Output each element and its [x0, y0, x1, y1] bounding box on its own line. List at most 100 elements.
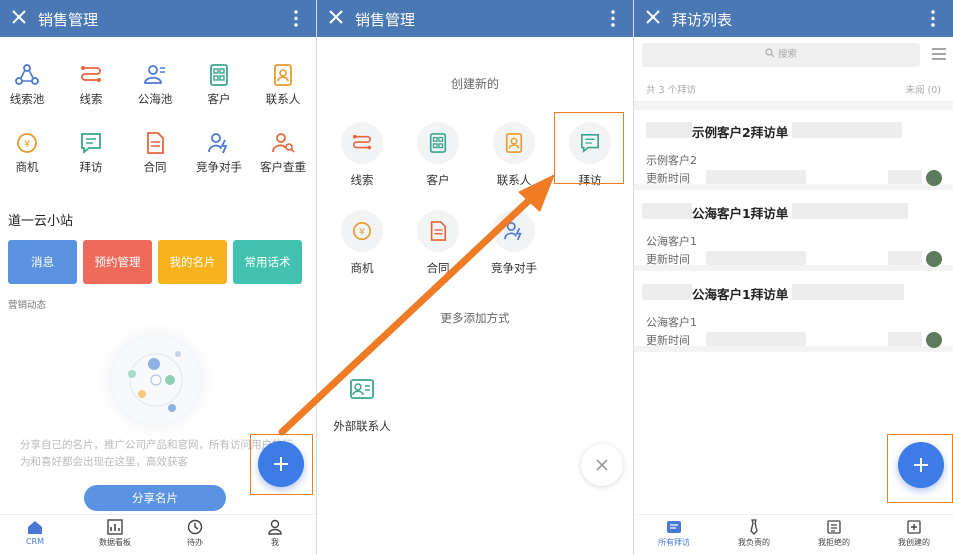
nav-crm[interactable]: CRM: [5, 519, 65, 546]
create-label: 合同: [426, 261, 450, 275]
app-label: 竞争对手: [196, 160, 242, 174]
competitor-icon: [504, 222, 522, 241]
app-competitors[interactable]: 竞争对手: [187, 132, 251, 175]
app-public-pool[interactable]: 公海池: [123, 64, 187, 107]
app-label: 商机: [15, 160, 39, 174]
section-title: 道一云小站: [8, 214, 74, 229]
plus-square-icon: [907, 520, 921, 534]
app-leads-pool[interactable]: 线索池: [0, 64, 59, 107]
nav-my-created[interactable]: 我创建的: [884, 519, 944, 548]
tie-icon: [750, 519, 758, 535]
create-opportunity[interactable]: ¥ 商机: [332, 210, 392, 276]
nav-todo[interactable]: 待办: [165, 519, 225, 548]
more-icon[interactable]: [611, 10, 615, 27]
visit-card[interactable]: 公海客户1拜访单 公海客户1 更新时间: [634, 274, 953, 352]
app-label: 公海池: [137, 92, 173, 106]
create-label: 客户: [426, 173, 450, 187]
visit-updated-label: 更新时间: [646, 172, 690, 185]
bottom-navigation: CRM 数据看板 待办 我: [0, 514, 316, 555]
svg-text:¥: ¥: [24, 139, 30, 150]
leads-icon: [352, 134, 372, 150]
create-competitor[interactable]: 竞争对手: [484, 210, 544, 276]
tile-my-card[interactable]: 我的名片: [158, 240, 227, 284]
create-contract[interactable]: 合同: [408, 210, 468, 276]
create-new-title: 创建新的: [450, 77, 499, 91]
opportunity-icon: ¥: [353, 222, 371, 240]
more-icon[interactable]: [931, 10, 935, 27]
leads-icon: [81, 66, 101, 82]
visit-card[interactable]: 示例客户2拜访单 示例客户2 更新时间: [634, 112, 953, 190]
create-leads[interactable]: 线索: [332, 122, 392, 188]
nav-all-visits[interactable]: 所有拜访: [644, 519, 704, 548]
contacts-icon: [505, 133, 523, 153]
close-icon: [596, 459, 608, 471]
create-external-contact[interactable]: 外部联系人: [332, 368, 392, 434]
visit-updated-label: 更新时间: [646, 253, 690, 266]
close-panel-button[interactable]: [581, 444, 623, 486]
divider: [634, 102, 953, 110]
count-bar: 共 3 个拜访 未阅 (0): [634, 74, 953, 102]
nav-label: 待办: [187, 538, 203, 547]
tile-scripts[interactable]: 常用话术: [233, 240, 302, 284]
svg-text:¥: ¥: [359, 228, 365, 238]
visit-name: 示例客户2拜访单: [692, 125, 789, 140]
clock-icon: [187, 519, 203, 535]
nav-label: 我创建的: [898, 538, 930, 547]
empty-illustration: [112, 336, 200, 424]
app-opportunities[interactable]: ¥ 商机: [0, 132, 59, 175]
top-bar: 拜访列表: [634, 0, 953, 37]
create-contact[interactable]: 联系人: [484, 122, 544, 188]
contract-icon: [147, 132, 164, 154]
redacted-text: [706, 251, 806, 265]
app-customer-dedupe[interactable]: 客户查重: [251, 132, 315, 175]
share-card-button[interactable]: 分享名片: [84, 485, 226, 511]
avatar: [926, 170, 942, 186]
app-contracts[interactable]: 合同: [123, 132, 187, 175]
customers-icon: [429, 133, 447, 153]
avatar: [926, 251, 942, 267]
nav-dashboard[interactable]: 数据看板: [85, 519, 145, 548]
list-view-icon[interactable]: [932, 48, 946, 60]
visit-card[interactable]: 公海客户1拜访单 公海客户1 更新时间: [634, 193, 953, 271]
nav-me[interactable]: 我: [245, 519, 305, 548]
close-icon[interactable]: [10, 8, 28, 26]
external-contact-icon: [350, 379, 374, 399]
customers-icon: [210, 64, 228, 86]
visit-name: 公海客户1拜访单: [692, 287, 789, 302]
total-count: 共 3 个拜访: [646, 85, 697, 96]
tile-appointments[interactable]: 预约管理: [83, 240, 152, 284]
nav-label: 我拒绝的: [818, 538, 850, 547]
nav-my-rejected[interactable]: 我拒绝的: [804, 519, 864, 548]
unread-filter[interactable]: 未阅 (0): [906, 82, 941, 96]
nav-label: 数据看板: [99, 538, 131, 547]
home-icon: [28, 521, 42, 534]
tile-messages[interactable]: 消息: [8, 240, 77, 284]
nav-label: 所有拜访: [658, 538, 690, 547]
close-icon[interactable]: [327, 8, 345, 26]
more-icon[interactable]: [294, 10, 298, 27]
nav-label: 我: [271, 538, 279, 547]
list-icon: [667, 521, 681, 533]
visit-updated-label: 更新时间: [646, 334, 690, 347]
redacted-text: [642, 203, 692, 219]
nav-label: CRM: [25, 537, 45, 546]
app-customers[interactable]: 客户: [187, 64, 251, 107]
page-title: 销售管理: [355, 11, 416, 29]
opportunity-icon: ¥: [17, 133, 37, 153]
top-bar: 销售管理: [317, 0, 633, 37]
search-icon: [765, 48, 775, 58]
app-contacts[interactable]: 联系人: [251, 64, 315, 107]
close-icon[interactable]: [644, 8, 662, 26]
app-label: 客户查重: [260, 160, 306, 174]
redacted-text: [706, 332, 806, 346]
create-customer[interactable]: 客户: [408, 122, 468, 188]
chart-icon: [107, 519, 123, 535]
app-label: 联系人: [265, 92, 301, 106]
redacted-text: [646, 122, 692, 138]
app-leads[interactable]: 线索: [59, 64, 123, 107]
visit-customer: 示例客户2: [646, 154, 697, 167]
search-input[interactable]: 搜索: [642, 43, 920, 67]
nav-my-responsible[interactable]: 我负责的: [724, 519, 784, 548]
marketing-feed-title: 营销动态: [8, 300, 47, 311]
app-visits[interactable]: 拜访: [59, 132, 123, 175]
